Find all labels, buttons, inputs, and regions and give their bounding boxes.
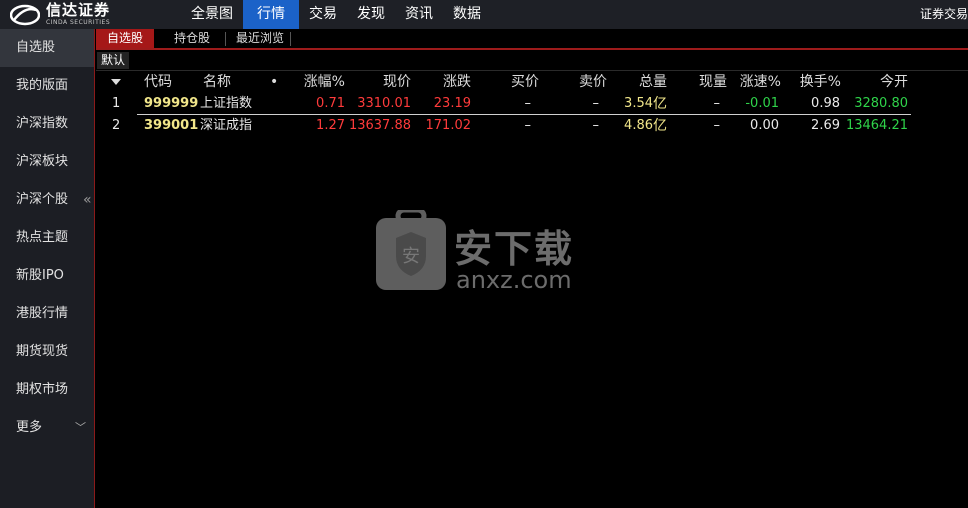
volume: 4.86 — [624, 118, 653, 133]
volume: 3.54 — [624, 96, 653, 111]
col-code[interactable]: 代码 — [144, 71, 172, 93]
sidebar-item-more[interactable]: 更多 ﹀ — [0, 409, 94, 447]
col-speed[interactable]: 涨速% — [730, 71, 781, 93]
sidebar-item-more-label: 更多 — [16, 420, 43, 435]
table-row[interactable]: 2 399001 深证成指 1.27 13637.88 171.02 – – 4… — [0, 115, 968, 137]
speed: -0.01 — [745, 96, 779, 111]
table-row[interactable]: 1 999999 上证指数 0.71 3310.01 23.19 – – 3.5… — [0, 93, 968, 115]
turnover: 0.98 — [811, 96, 840, 111]
nav-data[interactable]: 数据 — [443, 0, 491, 29]
col-price[interactable]: 现价 — [360, 71, 411, 93]
ask: – — [592, 118, 600, 133]
sidebar-item-sectors[interactable]: 沪深板块 — [0, 143, 94, 181]
speed: 0.00 — [750, 118, 779, 133]
stock-code: 399001 — [144, 118, 199, 133]
col-dot: • — [270, 74, 279, 90]
watermark-sub: anxz.com — [456, 266, 572, 294]
tab-watchlist[interactable]: 自选股 — [96, 29, 154, 48]
shield-char: 安 — [402, 246, 420, 267]
bid: – — [524, 96, 532, 111]
watermark: 安 安下载 anxz.com — [376, 210, 596, 300]
subtab-default[interactable]: 默认 — [97, 52, 129, 69]
current-vol: – — [713, 96, 721, 111]
current-vol: – — [713, 118, 721, 133]
logo-icon — [10, 4, 40, 25]
col-volume[interactable]: 总量 — [620, 71, 667, 93]
change: 23.19 — [433, 96, 471, 111]
col-bid[interactable]: 买价 — [490, 71, 539, 93]
tab-recent[interactable]: 最近浏览 — [227, 29, 293, 48]
stock-name: 深证成指 — [200, 118, 253, 133]
securities-trade-link[interactable]: 证券交易 — [920, 0, 968, 29]
change-pct: 0.71 — [316, 96, 345, 111]
sidebar-item-watchlist[interactable]: 自选股 — [0, 29, 94, 67]
table-header: 代码 名称 • 涨幅% 现价 涨跌 买价 卖价 总量 现量 涨速% 换手% 今开 — [0, 71, 968, 93]
col-name[interactable]: 名称 — [203, 71, 231, 93]
watermark-text: 安下载 — [454, 227, 575, 271]
watchlist-tabs: 自选股 持仓股 最近浏览 — [96, 29, 968, 50]
change-pct: 1.27 — [316, 118, 345, 133]
sidebar-item-hk-stocks[interactable]: 港股行情 — [0, 295, 94, 333]
nav-trade[interactable]: 交易 — [299, 0, 347, 29]
col-open[interactable]: 今开 — [860, 71, 908, 93]
tab-divider — [225, 32, 226, 46]
price: 13637.88 — [348, 118, 411, 133]
stock-code: 999999 — [144, 96, 199, 111]
nav-news[interactable]: 资讯 — [395, 0, 443, 29]
row-index: 1 — [112, 96, 121, 111]
col-change-pct[interactable]: 涨幅% — [290, 71, 345, 93]
main-nav: 全景图 行情 交易 发现 资讯 数据 — [181, 0, 491, 29]
tab-divider — [290, 32, 291, 46]
sidebar-item-options[interactable]: 期权市场 — [0, 371, 94, 409]
sidebar-item-stocks[interactable]: 沪深个股 — [0, 181, 94, 219]
col-ask[interactable]: 卖价 — [560, 71, 607, 93]
col-change[interactable]: 涨跌 — [420, 71, 471, 93]
turnover: 2.69 — [811, 118, 840, 133]
ask: – — [592, 96, 600, 111]
brand-logo: 信达证券 CINDA SECURITIES — [10, 2, 110, 27]
sidebar-item-hot-topics[interactable]: 热点主题 — [0, 219, 94, 257]
col-turnover[interactable]: 换手% — [790, 71, 841, 93]
open: 3280.80 — [854, 96, 908, 111]
brand-name: 信达证券 — [46, 1, 111, 19]
price: 3310.01 — [357, 96, 411, 111]
volume-unit: 亿 — [653, 118, 667, 134]
nav-discover[interactable]: 发现 — [347, 0, 395, 29]
open: 13464.21 — [845, 118, 908, 133]
nav-panorama[interactable]: 全景图 — [181, 0, 243, 29]
chevron-down-icon: ﹀ — [75, 421, 86, 434]
bid: – — [524, 118, 532, 133]
tab-holdings[interactable]: 持仓股 — [158, 29, 226, 48]
nav-quotes[interactable]: 行情 — [243, 0, 299, 29]
stock-name: 上证指数 — [200, 96, 253, 111]
collapse-sidebar-icon[interactable]: « — [83, 192, 92, 208]
volume-unit: 亿 — [653, 96, 667, 112]
sidebar-item-futures[interactable]: 期货现货 — [0, 333, 94, 371]
row-index: 2 — [112, 118, 121, 133]
col-current-vol[interactable]: 现量 — [680, 71, 727, 93]
change: 171.02 — [425, 118, 472, 133]
brand-name-en: CINDA SECURITIES — [46, 19, 111, 26]
shield-icon: 安 — [376, 210, 446, 290]
top-bar: 信达证券 CINDA SECURITIES 全景图 行情 交易 发现 资讯 数据… — [0, 0, 968, 29]
sidebar-item-ipo[interactable]: 新股IPO — [0, 257, 94, 295]
